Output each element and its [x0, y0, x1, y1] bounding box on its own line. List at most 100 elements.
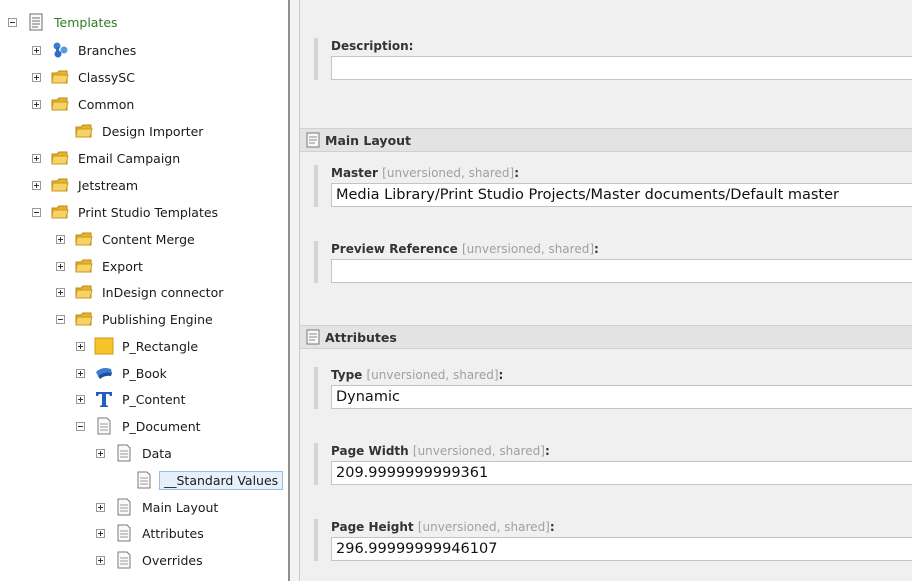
tree-item-label[interactable]: Publishing Engine — [99, 310, 216, 329]
tree-item[interactable]: P_Book — [76, 360, 170, 386]
tree-item-label[interactable]: Branches — [75, 41, 139, 60]
tree-item-label[interactable]: P_Content — [119, 390, 189, 409]
tree-item[interactable]: __Standard Values — [116, 467, 284, 493]
expand-icon[interactable] — [32, 99, 41, 109]
tree-item-label[interactable]: Content Merge — [99, 230, 198, 249]
tree-item-label[interactable]: InDesign connector — [99, 283, 226, 302]
tree-item[interactable]: P_Rectangle — [76, 333, 201, 359]
expand-icon[interactable] — [56, 234, 65, 244]
document-icon — [114, 444, 134, 462]
folder-icon — [50, 203, 70, 221]
document-icon — [114, 498, 134, 516]
folder-icon — [74, 122, 94, 140]
tree-item-label[interactable]: Templates — [51, 13, 121, 32]
folder-icon — [74, 257, 94, 275]
tree-item-label[interactable]: P_Rectangle — [119, 337, 201, 356]
collapse-icon[interactable] — [32, 207, 41, 217]
expand-icon[interactable] — [32, 45, 41, 55]
expand-icon[interactable] — [76, 394, 85, 404]
tree-item-label[interactable]: __Standard Values — [159, 470, 284, 490]
expand-icon[interactable] — [76, 368, 85, 378]
description-input[interactable] — [331, 56, 912, 80]
expand-icon[interactable] — [32, 72, 41, 82]
section-icon — [306, 132, 320, 148]
tree-item[interactable]: P_Content — [76, 386, 189, 412]
template-icon — [26, 13, 46, 31]
tree-item[interactable]: P_Document — [76, 413, 204, 439]
tree-item-label[interactable]: P_Document — [119, 417, 204, 436]
tree-item[interactable]: InDesign connector — [56, 279, 226, 305]
tree-item[interactable]: Design Importer — [56, 118, 206, 144]
tree-item[interactable]: Email Campaign — [32, 145, 183, 171]
tree-item-label[interactable]: Attributes — [139, 524, 207, 543]
expand-icon[interactable] — [96, 448, 105, 458]
expand-icon[interactable] — [96, 555, 105, 565]
type-input[interactable] — [331, 385, 912, 409]
page-height-field: Page Height [unversioned, shared]: — [314, 519, 912, 561]
type-label: Type [unversioned, shared]: — [331, 368, 504, 382]
tree-item-label[interactable]: Common — [75, 95, 137, 114]
tree-item-label[interactable]: P_Book — [119, 364, 170, 383]
tree-item-label[interactable]: Data — [139, 444, 175, 463]
expand-icon[interactable] — [32, 180, 41, 190]
toggle-spacer — [56, 127, 65, 136]
tree-item[interactable]: Data — [96, 440, 175, 466]
main-layout-title: Main Layout — [325, 132, 412, 148]
description-label: Description: — [331, 39, 414, 53]
branches-icon — [50, 41, 70, 59]
tree-item[interactable]: Templates — [8, 9, 121, 35]
main-layout-section-header[interactable]: Main Layout — [300, 128, 912, 152]
tree-item-label[interactable]: Main Layout — [139, 498, 221, 517]
page-width-label: Page Width [unversioned, shared]: — [331, 444, 550, 458]
folder-icon — [50, 95, 70, 113]
tree-item[interactable]: Common — [32, 91, 137, 117]
document-icon — [134, 471, 154, 489]
collapse-icon[interactable] — [8, 17, 17, 27]
tree-item[interactable]: Attributes — [96, 520, 207, 546]
tree-item[interactable]: Publishing Engine — [56, 306, 216, 332]
expand-icon[interactable] — [56, 287, 65, 297]
collapse-icon[interactable] — [76, 421, 85, 431]
expand-icon[interactable] — [32, 153, 41, 163]
master-input[interactable] — [331, 183, 912, 207]
tree-item-label[interactable]: ClassySC — [75, 68, 138, 87]
panel-splitter[interactable] — [288, 0, 300, 581]
tree-item[interactable]: Branches — [32, 37, 139, 63]
page-height-input[interactable] — [331, 537, 912, 561]
folder-icon — [50, 176, 70, 194]
tree-item[interactable]: Main Layout — [96, 494, 221, 520]
toggle-spacer — [116, 476, 125, 485]
tree-item-label[interactable]: Email Campaign — [75, 149, 183, 168]
expand-icon[interactable] — [96, 528, 105, 538]
expand-icon[interactable] — [96, 502, 105, 512]
text-icon — [94, 390, 114, 408]
page-width-input[interactable] — [331, 461, 912, 485]
expand-icon[interactable] — [56, 261, 65, 271]
page-width-field: Page Width [unversioned, shared]: — [314, 443, 912, 485]
content-tree: Templates Branches ClassySC Common Design Im… — [0, 0, 288, 581]
tree-item-label[interactable]: Overrides — [139, 551, 206, 570]
book-icon — [94, 364, 114, 382]
preview-reference-input[interactable] — [331, 259, 912, 283]
tree-item[interactable]: Print Studio Templates — [32, 199, 221, 225]
tree-item[interactable]: Overrides — [96, 547, 206, 573]
tree-item-label[interactable]: Design Importer — [99, 122, 206, 141]
attributes-section-header[interactable]: Attributes — [300, 325, 912, 349]
tree-item-label[interactable]: Print Studio Templates — [75, 203, 221, 222]
type-field: Type [unversioned, shared]: — [314, 367, 912, 409]
collapse-icon[interactable] — [56, 314, 65, 324]
tree-item[interactable]: Content Merge — [56, 226, 198, 252]
master-label: Master [unversioned, shared]: — [331, 166, 520, 180]
description-field: Description: — [314, 38, 912, 80]
expand-icon[interactable] — [76, 341, 85, 351]
page-height-label: Page Height [unversioned, shared]: — [331, 520, 555, 534]
tree-item[interactable]: ClassySC — [32, 64, 138, 90]
folder-icon — [50, 68, 70, 86]
tree-item[interactable]: Export — [56, 253, 146, 279]
rectangle-icon — [94, 337, 114, 355]
folder-icon — [50, 149, 70, 167]
preview-reference-field: Preview Reference [unversioned, shared]: — [314, 241, 912, 283]
tree-item[interactable]: Jetstream — [32, 172, 141, 198]
tree-item-label[interactable]: Export — [99, 257, 146, 276]
tree-item-label[interactable]: Jetstream — [75, 176, 141, 195]
